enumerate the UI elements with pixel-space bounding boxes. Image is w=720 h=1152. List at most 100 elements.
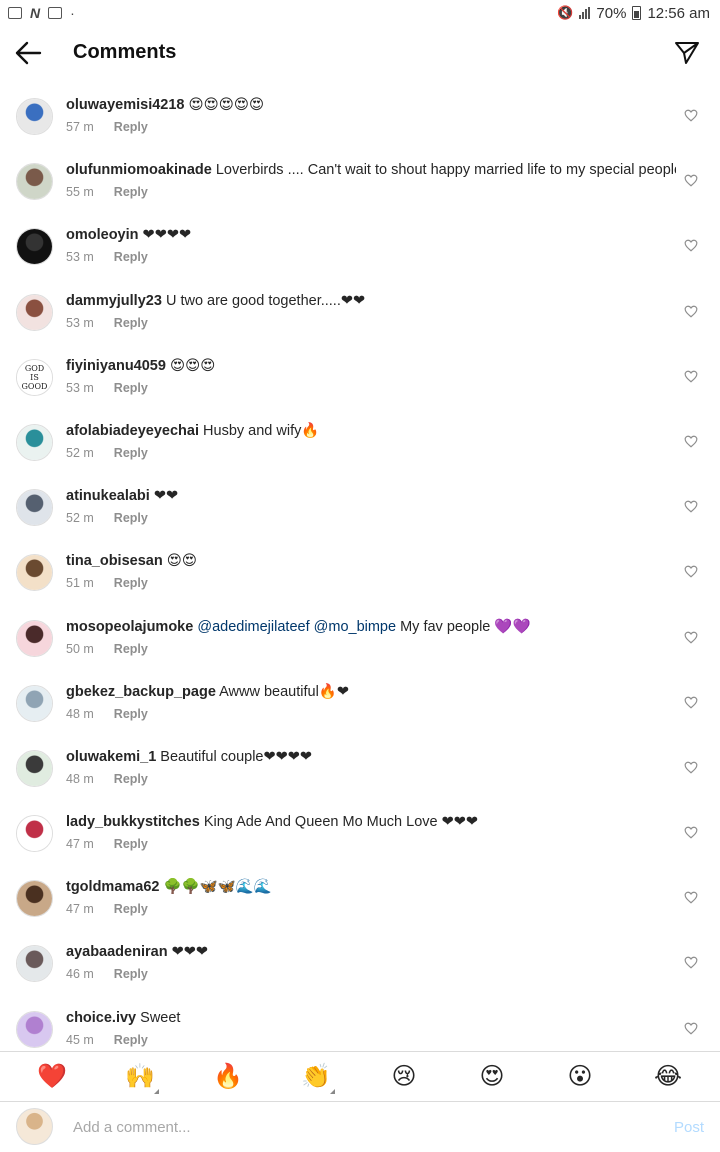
header: Comments xyxy=(0,26,720,80)
emoji-fire-button[interactable]: 🔥 xyxy=(208,1057,248,1097)
reply-button[interactable]: Reply xyxy=(114,772,148,786)
comment-body: oluwayemisi4218 😍😍😍😍😍 xyxy=(66,96,676,114)
like-heart-icon[interactable] xyxy=(684,435,698,448)
comment-username[interactable]: gbekez_backup_page xyxy=(66,684,216,700)
avatar[interactable] xyxy=(16,684,53,722)
comment-username[interactable]: lady_bukkystitches xyxy=(66,814,200,830)
avatar[interactable] xyxy=(16,880,53,918)
comment-text: Loverbirds .... Can't wait to shout happ… xyxy=(211,162,676,179)
comment-text-after: My fav people 💜💜 xyxy=(396,618,531,635)
comment-meta: 48 m Reply xyxy=(66,707,148,721)
comment-username[interactable]: tgoldmama62 xyxy=(66,879,159,895)
emoji-variants-indicator-icon xyxy=(154,1088,159,1094)
like-heart-icon[interactable] xyxy=(684,305,698,318)
emoji-heart-eyes-button[interactable]: 😍 xyxy=(472,1057,512,1097)
comment-text: Husby and wify🔥 xyxy=(199,422,320,439)
avatar[interactable] xyxy=(16,619,53,657)
emoji-heart-button[interactable]: ❤️ xyxy=(32,1057,72,1097)
comment-row: atinukealabi ❤❤ 52 m Reply xyxy=(0,475,720,540)
comment-meta: 46 m Reply xyxy=(66,967,148,981)
comment-username[interactable]: ayabaadeniran xyxy=(66,944,168,960)
avatar-image xyxy=(17,164,52,200)
comment-time: 46 m xyxy=(66,967,94,982)
reply-button[interactable]: Reply xyxy=(114,837,148,851)
like-heart-icon[interactable] xyxy=(684,956,698,969)
like-heart-icon[interactable] xyxy=(684,696,698,709)
like-heart-icon[interactable] xyxy=(684,239,698,252)
emoji-raised-hands-button[interactable]: 🙌 xyxy=(120,1057,160,1097)
comment-username[interactable]: tina_obisesan xyxy=(66,553,163,569)
comment-body: ayabaadeniran ❤❤❤ xyxy=(66,943,676,961)
like-heart-icon[interactable] xyxy=(684,1022,698,1035)
emoji-surprised-button[interactable]: 😮 xyxy=(560,1057,600,1097)
avatar[interactable] xyxy=(16,228,53,266)
avatar[interactable] xyxy=(16,749,53,787)
comment-username[interactable]: dammyjully23 xyxy=(66,293,162,309)
reply-button[interactable]: Reply xyxy=(114,967,148,981)
comment-row: omoleoyin ❤❤❤❤ 53 m Reply xyxy=(0,214,720,279)
avatar-image xyxy=(17,294,52,330)
comment-body: tina_obisesan 😍😍 xyxy=(66,552,676,570)
comment-username[interactable]: mosopeolajumoke xyxy=(66,619,193,635)
post-button[interactable]: Post xyxy=(674,1119,704,1136)
like-heart-icon[interactable] xyxy=(684,631,698,644)
arrow-left-icon[interactable] xyxy=(14,40,42,66)
comment-username[interactable]: oluwakemi_1 xyxy=(66,749,156,765)
comment-time: 53 m xyxy=(66,315,94,330)
avatar[interactable]: GOD IS GOOD xyxy=(16,358,53,396)
reply-button[interactable]: Reply xyxy=(114,707,148,721)
reply-button[interactable]: Reply xyxy=(114,642,148,656)
emoji-laughing-button[interactable]: 😂 xyxy=(648,1057,688,1097)
like-heart-icon[interactable] xyxy=(684,761,698,774)
avatar[interactable] xyxy=(16,163,53,201)
like-heart-icon[interactable] xyxy=(684,370,698,383)
comment-username[interactable]: fiyiniyanu4059 xyxy=(66,358,166,374)
avatar-image xyxy=(17,555,52,591)
comments-list[interactable]: oluwayemisi4218 😍😍😍😍😍 57 m Reply olufunmiom… xyxy=(0,84,720,1050)
like-heart-icon[interactable] xyxy=(684,826,698,839)
comment-input[interactable] xyxy=(73,1114,633,1140)
comment-row: mosopeolajumoke @adedimejilateef @mo_bim… xyxy=(0,606,720,671)
avatar[interactable] xyxy=(16,554,53,592)
comment-meta: 48 m Reply xyxy=(66,772,148,786)
comment-mention[interactable]: @mo_bimpe xyxy=(314,619,396,635)
like-heart-icon[interactable] xyxy=(684,500,698,513)
comment-username[interactable]: choice.ivy xyxy=(66,1010,136,1026)
emoji-clap-button[interactable]: 👏 xyxy=(296,1057,336,1097)
reply-button[interactable]: Reply xyxy=(114,446,148,460)
reply-button[interactable]: Reply xyxy=(114,381,148,395)
avatar[interactable] xyxy=(16,423,53,461)
reply-button[interactable]: Reply xyxy=(114,576,148,590)
like-heart-icon[interactable] xyxy=(684,109,698,122)
reply-button[interactable]: Reply xyxy=(114,902,148,916)
avatar[interactable] xyxy=(16,489,53,527)
reply-button[interactable]: Reply xyxy=(114,316,148,330)
comment-username[interactable]: oluwayemisi4218 xyxy=(66,97,185,113)
avatar[interactable] xyxy=(16,98,53,135)
comment-username[interactable]: olufunmiomoakinade xyxy=(66,162,212,178)
comment-row: choice.ivy Sweet 45 m Reply xyxy=(0,997,720,1050)
reply-button[interactable]: Reply xyxy=(114,511,148,525)
comment-mention[interactable]: @adedimejilateef xyxy=(197,619,309,635)
avatar[interactable] xyxy=(16,293,53,331)
reply-button[interactable]: Reply xyxy=(114,1033,148,1047)
like-heart-icon[interactable] xyxy=(684,174,698,187)
comment-username[interactable]: atinukealabi xyxy=(66,488,150,504)
comment-username[interactable]: afolabiadeyeyechai xyxy=(66,423,199,439)
reply-button[interactable]: Reply xyxy=(114,250,148,264)
paper-plane-icon[interactable] xyxy=(674,40,700,66)
comment-time: 50 m xyxy=(66,641,94,656)
like-heart-icon[interactable] xyxy=(684,565,698,578)
comment-username[interactable]: omoleoyin xyxy=(66,227,139,243)
avatar-image xyxy=(17,816,52,852)
avatar-image xyxy=(17,685,52,721)
emoji-quick-bar: ❤️ 🙌 🔥 👏 😢 😍 😮 😂 xyxy=(0,1051,720,1101)
like-heart-icon[interactable] xyxy=(684,891,698,904)
emoji-crying-button[interactable]: 😢 xyxy=(384,1057,424,1097)
reply-button[interactable]: Reply xyxy=(114,120,148,134)
avatar[interactable] xyxy=(16,945,53,983)
avatar[interactable] xyxy=(16,815,53,853)
comment-row: olufunmiomoakinade Loverbirds .... Can't… xyxy=(0,149,720,214)
reply-button[interactable]: Reply xyxy=(114,185,148,199)
avatar[interactable] xyxy=(16,1010,53,1048)
